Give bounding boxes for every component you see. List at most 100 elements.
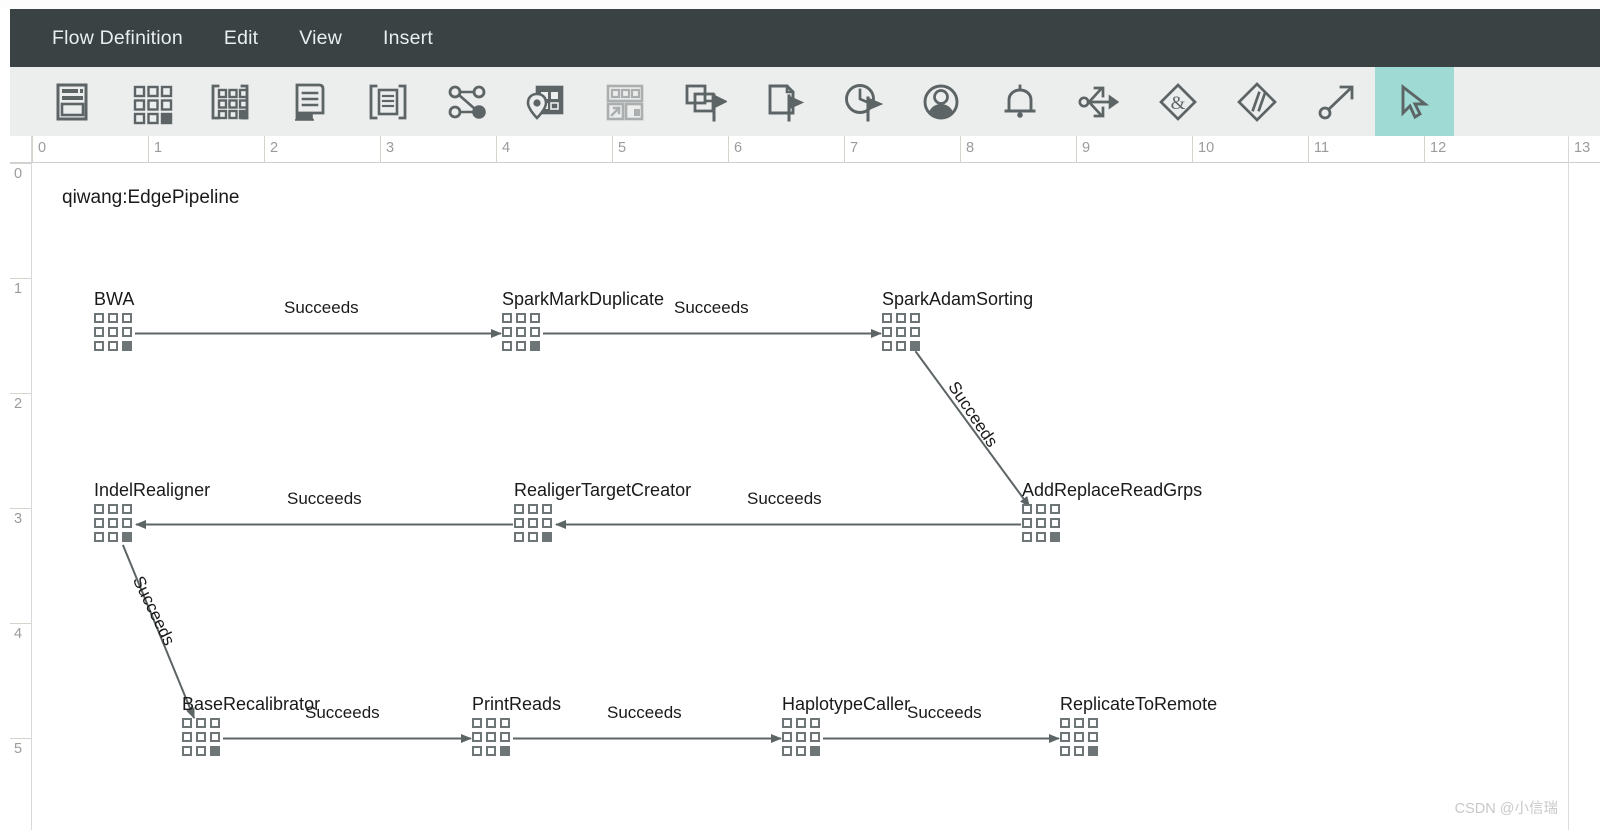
bracketed-grid-icon [207, 79, 253, 125]
hruler-tick-label: 12 [1430, 140, 1447, 156]
toolbar-grid-matrix-icon[interactable] [111, 67, 190, 136]
hruler-tick: 2 [264, 136, 278, 162]
toolbar-document-scroll-icon[interactable] [269, 67, 348, 136]
vruler-tick-label: 4 [14, 626, 23, 642]
toolbar-clock-flag-icon[interactable] [822, 67, 901, 136]
toolbar-diamond-parallel-icon[interactable] [1217, 67, 1296, 136]
node-sparkadamsorting[interactable]: SparkAdamSorting [882, 289, 1033, 354]
toolbar: & [10, 67, 1600, 136]
node-indelrealigner[interactable]: IndelRealigner [94, 480, 210, 545]
split-arrow-icon [1076, 79, 1122, 125]
hruler-tick: 0 [32, 136, 46, 162]
edge-label: Succeeds [944, 378, 1002, 451]
ruler-corner [10, 136, 32, 163]
edge-label: Succeeds [607, 703, 682, 722]
menu-edit[interactable]: Edit [220, 24, 262, 53]
toolbar-user-circle-icon[interactable] [901, 67, 980, 136]
connector-arrow-icon [1313, 79, 1359, 125]
toolbar-bracketed-grid-icon[interactable] [190, 67, 269, 136]
vruler-tick: 1 [10, 278, 31, 393]
bell-icon [997, 79, 1043, 125]
hruler-tick-label: 0 [38, 140, 47, 156]
hruler-tick: 4 [496, 136, 510, 162]
node-haplotypecaller[interactable]: HaplotypeCaller [782, 694, 910, 759]
hruler-tick: 7 [844, 136, 858, 162]
hruler-tick: 10 [1192, 136, 1214, 162]
share-nodes-icon [444, 79, 490, 125]
toolbar-bracketed-document-icon[interactable] [348, 67, 427, 136]
node-label: PrintReads [472, 694, 562, 714]
hruler-tick-label: 10 [1198, 140, 1215, 156]
menu-flow-definition[interactable]: Flow Definition [48, 24, 187, 53]
menu-bar: Flow Definition Edit View Insert [10, 9, 1600, 67]
node-label: BWA [94, 289, 135, 309]
vruler-tick-label: 2 [14, 396, 23, 412]
node-label: HaplotypeCaller [782, 694, 911, 714]
node-task-grid-icon [1022, 504, 1063, 545]
canvas-right-gutter [1568, 163, 1600, 830]
menu-insert[interactable]: Insert [379, 24, 437, 53]
form-panel-icon [49, 79, 95, 125]
diagram-canvas[interactable]: qiwang:EdgePipeline BWA SparkMarkDuplicat… [32, 163, 1568, 830]
edge-label: Succeeds [747, 489, 822, 508]
expand-panel-icon [602, 79, 648, 125]
hruler-tick-label: 2 [270, 140, 279, 156]
menu-view[interactable]: View [295, 24, 346, 53]
hruler-tick: 6 [728, 136, 742, 162]
horizontal-ruler[interactable]: 0 1 2 3 4 5 6 7 8 9 10 11 12 [32, 136, 1568, 163]
node-bwa[interactable]: BWA [94, 289, 135, 354]
node-baserecalibrator[interactable]: BaseRecalibrator [182, 694, 320, 759]
toolbar-form-panel-icon[interactable] [32, 67, 111, 136]
node-task-grid-icon [94, 313, 135, 354]
node-label: AddReplaceReadGrps [1022, 480, 1203, 500]
toolbar-connector-arrow-icon[interactable] [1296, 67, 1375, 136]
toolbar-diamond-and-icon[interactable]: & [1138, 67, 1217, 136]
hruler-tick-label: 11 [1314, 140, 1330, 156]
vruler-tick: 2 [10, 393, 31, 508]
toolbar-page-flag-icon[interactable] [743, 67, 822, 136]
vruler-tick: 0 [10, 163, 31, 278]
vruler-tick: 3 [10, 508, 31, 623]
node-label: ReplicateToRemote [1060, 694, 1218, 714]
edge-label: Succeeds [284, 298, 359, 317]
node-task-grid-icon [94, 504, 135, 545]
hruler-tick-label: 1 [154, 140, 163, 156]
node-replicatetoremote[interactable]: ReplicateToRemote [1060, 694, 1217, 759]
vruler-tick-label: 5 [14, 741, 23, 757]
hruler-tick-label: 4 [502, 140, 511, 156]
node-addreplacereadgrps[interactable]: AddReplaceReadGrps [1022, 480, 1202, 545]
hruler-tick: 9 [1076, 136, 1090, 162]
toolbar-cursor-pointer-icon[interactable] [1375, 67, 1454, 136]
map-pin-panel-icon [523, 79, 569, 125]
node-label: SparkMarkDuplicate [502, 289, 665, 309]
edge-label: Succeeds [128, 573, 179, 649]
edge-label: Succeeds [907, 703, 982, 722]
node-label: BaseRecalibrator [182, 694, 321, 714]
node-printreads[interactable]: PrintReads [472, 694, 561, 759]
node-task-grid-icon [882, 313, 923, 354]
hruler-tick-label: 13 [1574, 140, 1591, 156]
node-sparkmarkduplicate[interactable]: SparkMarkDuplicate [502, 289, 664, 354]
vertical-ruler[interactable]: 0 1 2 3 4 5 [10, 163, 32, 830]
node-realigertargetcreator[interactable]: RealigerTargetCreator [514, 480, 691, 545]
cursor-pointer-icon [1392, 79, 1438, 125]
toolbar-map-pin-panel-icon[interactable] [506, 67, 585, 136]
toolbar-share-nodes-icon[interactable] [427, 67, 506, 136]
toolbar-split-arrow-icon[interactable] [1059, 67, 1138, 136]
hruler-tick: 5 [612, 136, 626, 162]
grid-matrix-icon [128, 79, 174, 125]
clock-flag-icon [839, 79, 885, 125]
hruler-tick: 3 [380, 136, 394, 162]
toolbar-bell-icon[interactable] [980, 67, 1059, 136]
node-task-grid-icon [1060, 718, 1101, 759]
toolbar-expand-panel-icon[interactable] [585, 67, 664, 136]
hruler-tick: 11 [1308, 136, 1329, 162]
node-label: RealigerTargetCreator [514, 480, 692, 500]
window-top-strip [0, 0, 1600, 9]
node-task-grid-icon [782, 718, 823, 759]
node-task-grid-icon [182, 718, 223, 759]
user-circle-icon [918, 79, 964, 125]
bracketed-document-icon [365, 79, 411, 125]
hruler-tick-label: 5 [618, 140, 627, 156]
toolbar-copy-flag-icon[interactable] [664, 67, 743, 136]
